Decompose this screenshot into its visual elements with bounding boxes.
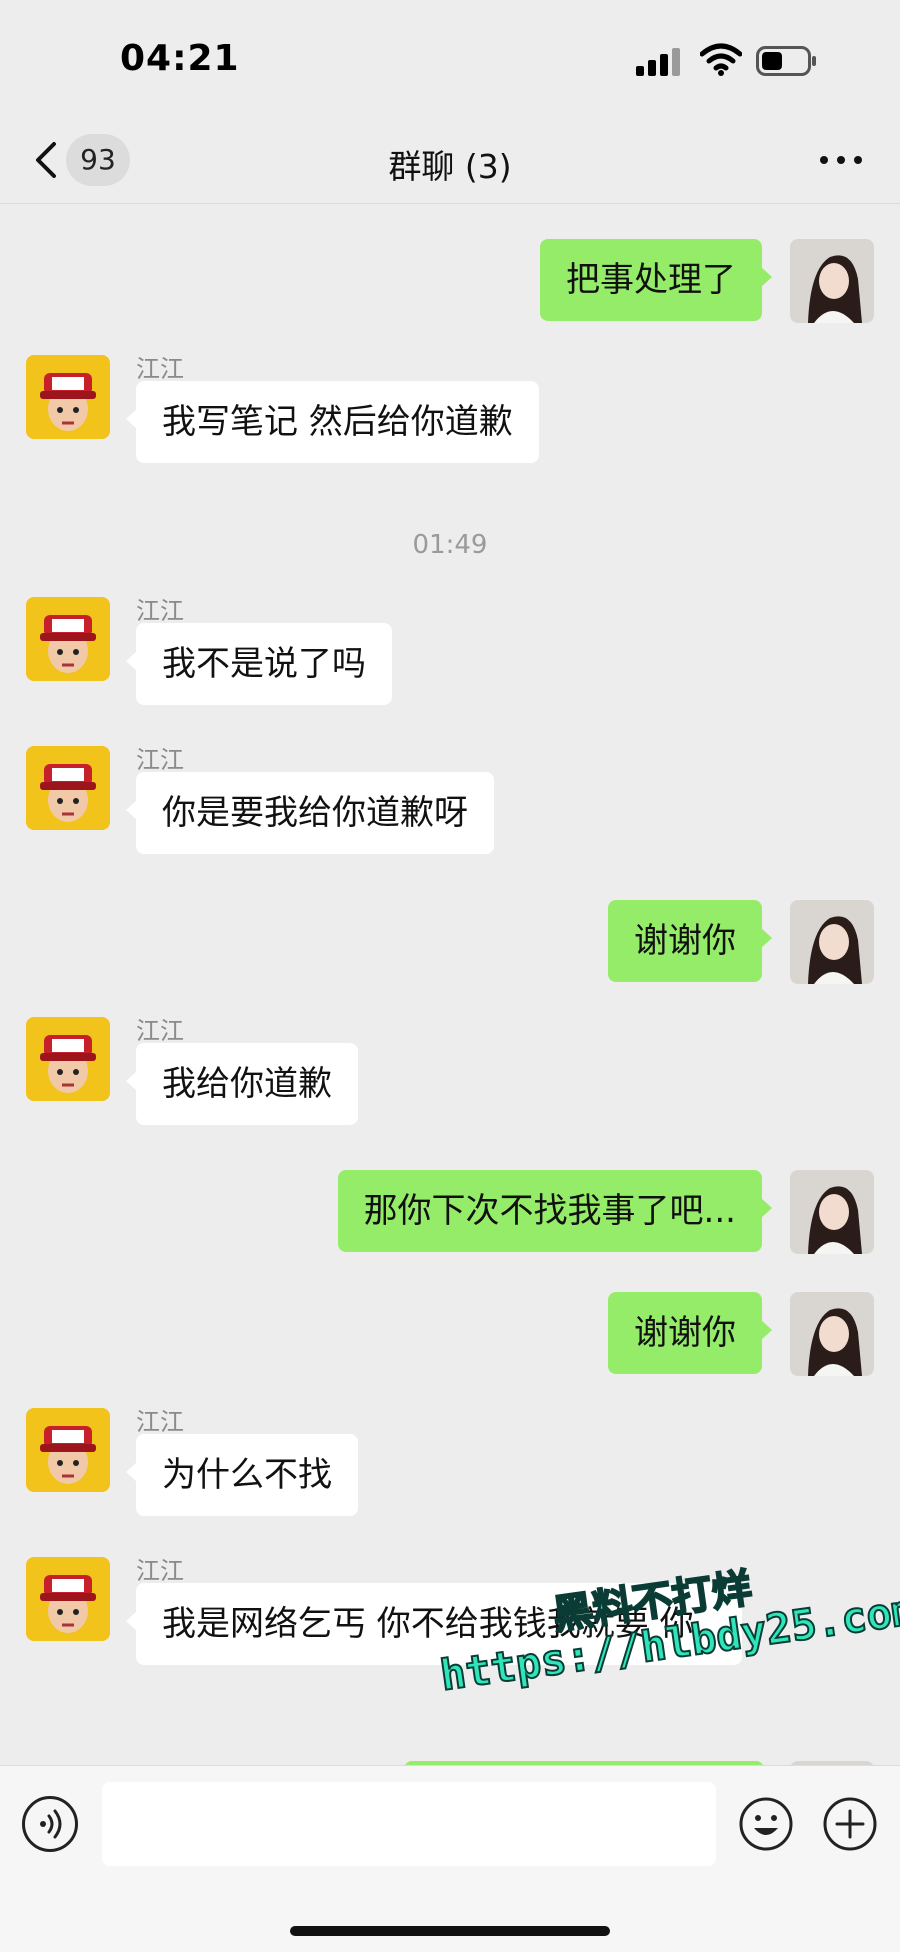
voice-icon[interactable]: [22, 1796, 78, 1852]
message-bubble-outgoing[interactable]: 把事处理了: [540, 239, 772, 321]
user-avatar[interactable]: [790, 1292, 874, 1376]
battery-icon: [756, 46, 816, 76]
sender-avatar[interactable]: [26, 355, 110, 439]
ellipsis-icon[interactable]: [820, 156, 864, 166]
status-bar: 04:21: [0, 0, 900, 118]
sender-avatar[interactable]: [26, 746, 110, 830]
sender-name: 江江: [136, 746, 184, 774]
sender-avatar[interactable]: [26, 1408, 110, 1492]
wifi-icon: [700, 43, 742, 76]
message-timestamp: 01:49: [412, 530, 488, 560]
sender-name: 江江: [136, 1557, 184, 1585]
message-bubble-incoming[interactable]: 你是要我给你道歉呀: [126, 772, 494, 854]
message-bubble-outgoing[interactable]: 谢谢你: [608, 1292, 772, 1374]
chat-title: 群聊 (3): [388, 147, 512, 186]
plus-icon[interactable]: [822, 1796, 878, 1852]
message-bubble-incoming[interactable]: 为什么不找: [126, 1434, 358, 1516]
sender-avatar[interactable]: [26, 1017, 110, 1101]
user-avatar[interactable]: [790, 900, 874, 984]
message-bubble-incoming[interactable]: 我给你道歉: [126, 1043, 358, 1125]
cellular-signal-icon: [636, 48, 684, 76]
sender-name: 江江: [136, 1017, 184, 1045]
chat-header: 93 群聊 (3): [0, 118, 900, 204]
user-avatar[interactable]: [790, 239, 874, 323]
sender-name: 江江: [136, 597, 184, 625]
sender-avatar[interactable]: [26, 597, 110, 681]
status-time: 04:21: [120, 38, 240, 79]
message-bubble-incoming[interactable]: 我不是说了吗: [126, 623, 392, 705]
user-avatar[interactable]: [790, 1170, 874, 1254]
sender-name: 江江: [136, 1408, 184, 1436]
sender-name: 江江: [136, 355, 184, 383]
input-bar: [0, 1765, 900, 1952]
message-bubble-incoming[interactable]: 我写笔记 然后给你道歉: [126, 381, 539, 463]
emoji-icon[interactable]: [738, 1796, 794, 1852]
message-input[interactable]: [102, 1782, 716, 1866]
message-bubble-outgoing[interactable]: 那你下次不找我事了吧...: [337, 1170, 773, 1252]
sender-avatar[interactable]: [26, 1557, 110, 1641]
message-bubble-outgoing[interactable]: 谢谢你: [608, 900, 772, 982]
message-list[interactable]: 把事处理了 江江 我写笔记 然后给你道歉 01:49 江江 我不是说了吗 江江 …: [0, 205, 900, 1765]
home-indicator: [290, 1926, 610, 1936]
